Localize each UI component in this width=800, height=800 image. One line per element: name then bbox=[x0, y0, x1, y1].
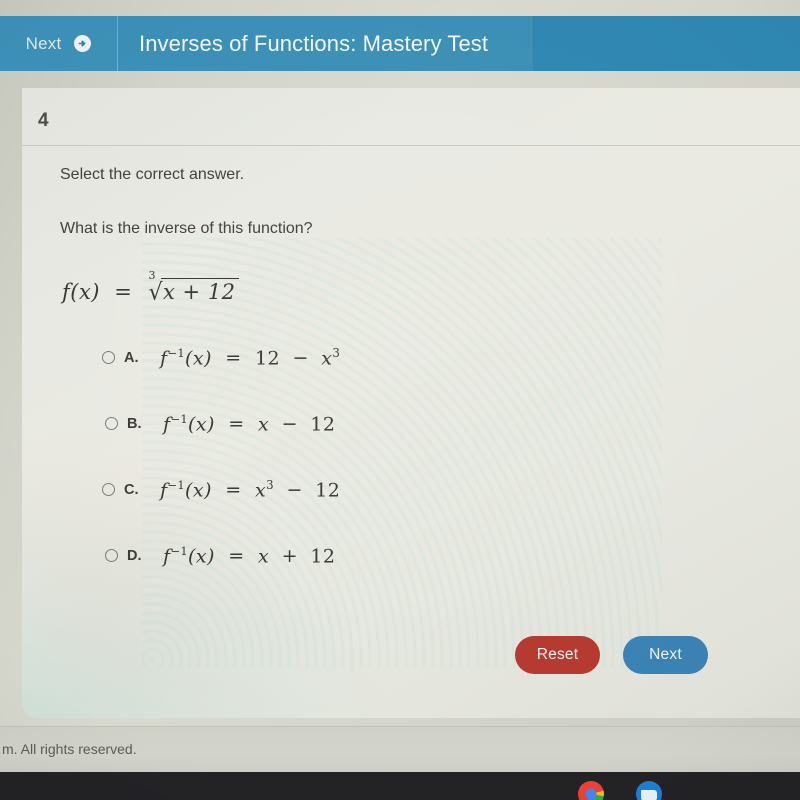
stem-equals: = bbox=[114, 280, 133, 304]
question-number: 4 bbox=[38, 110, 49, 131]
option-formula-c: f−1(x) = x3 − 12 bbox=[160, 478, 340, 501]
opt-b-base: 12 bbox=[310, 413, 336, 436]
opt-c-exp: 3 bbox=[266, 478, 275, 492]
option-formula-a: f−1(x) = 12 − x3 bbox=[160, 346, 340, 369]
next-button[interactable]: Next bbox=[623, 636, 708, 674]
reset-button[interactable]: Reset bbox=[515, 636, 600, 674]
copyright-text: …m. All rights reserved. bbox=[0, 741, 137, 757]
radio-button-b[interactable] bbox=[105, 417, 118, 431]
opt-a-arg: (x) bbox=[185, 347, 212, 370]
opt-b-op: − bbox=[281, 413, 298, 436]
opt-b-arg: (x) bbox=[188, 413, 215, 436]
opt-b-equals: = bbox=[228, 413, 245, 436]
opt-d-arg: (x) bbox=[188, 545, 215, 568]
instruction-text: Select the correct answer. bbox=[60, 166, 245, 183]
option-letter-c: C. bbox=[124, 481, 139, 498]
card-divider bbox=[22, 145, 800, 146]
opt-d-base: 12 bbox=[310, 545, 336, 568]
stem-lhs: f(x) bbox=[62, 280, 101, 304]
opt-d-op: + bbox=[281, 545, 298, 568]
app-header-bar: Next Inverses of Functions: Mastery Test bbox=[0, 16, 800, 71]
answer-option-a[interactable]: A. f−1(x) = 12 − x3 bbox=[102, 346, 340, 369]
opt-a-op: − bbox=[292, 347, 309, 370]
cube-root-radical: 3 √x + 12 bbox=[148, 269, 239, 306]
option-letter-b: B. bbox=[127, 415, 142, 432]
option-letter-a: A. bbox=[124, 349, 139, 366]
opt-a-inverse: −1 bbox=[167, 346, 186, 360]
opt-c-base: 12 bbox=[315, 479, 341, 502]
question-text: What is the inverse of this function? bbox=[60, 220, 313, 237]
question-card: 4 Select the correct answer. What is the… bbox=[22, 88, 800, 718]
chrome-icon[interactable] bbox=[578, 781, 604, 800]
option-letter-d: D. bbox=[127, 547, 142, 564]
radio-button-a[interactable] bbox=[102, 351, 115, 365]
header-next-label: Next bbox=[25, 33, 62, 53]
opt-b-inverse: −1 bbox=[170, 412, 189, 426]
opt-c-op: − bbox=[286, 479, 303, 502]
answer-option-c[interactable]: C. f−1(x) = x3 − 12 bbox=[102, 478, 340, 501]
option-formula-d: f−1(x) = x + 12 bbox=[163, 544, 335, 567]
screen-photo: Next Inverses of Functions: Mastery Test… bbox=[0, 0, 800, 800]
opt-d-lead: x bbox=[258, 545, 270, 568]
radicand: x + 12 bbox=[161, 278, 239, 304]
opt-a-base: x bbox=[321, 347, 333, 370]
file-explorer-icon[interactable] bbox=[636, 781, 662, 800]
header-next-button[interactable]: Next bbox=[0, 16, 118, 71]
radical-sign-icon: √ bbox=[148, 279, 164, 306]
answer-option-b[interactable]: B. f−1(x) = x − 12 bbox=[105, 412, 335, 435]
function-stem: f(x) = 3 √x + 12 bbox=[62, 269, 239, 306]
opt-b-lead: x bbox=[258, 413, 270, 436]
opt-c-lead: x bbox=[255, 479, 267, 502]
opt-a-lead: 12 bbox=[255, 347, 280, 370]
option-formula-b: f−1(x) = x − 12 bbox=[163, 412, 335, 435]
os-taskbar bbox=[0, 772, 800, 800]
opt-d-equals: = bbox=[228, 545, 245, 568]
arrow-right-circle-icon bbox=[74, 35, 92, 52]
opt-c-inverse: −1 bbox=[167, 478, 186, 492]
opt-c-equals: = bbox=[225, 479, 242, 502]
opt-a-exp: 3 bbox=[332, 346, 341, 360]
opt-a-equals: = bbox=[225, 347, 242, 370]
page-title: Inverses of Functions: Mastery Test bbox=[139, 30, 489, 56]
taskbar-icon-group bbox=[578, 781, 662, 800]
opt-c-arg: (x) bbox=[185, 479, 212, 502]
radio-button-d[interactable] bbox=[105, 549, 118, 563]
answer-option-d[interactable]: D. f−1(x) = x + 12 bbox=[105, 544, 335, 567]
radio-button-c[interactable] bbox=[102, 483, 115, 497]
opt-d-inverse: −1 bbox=[170, 544, 189, 558]
